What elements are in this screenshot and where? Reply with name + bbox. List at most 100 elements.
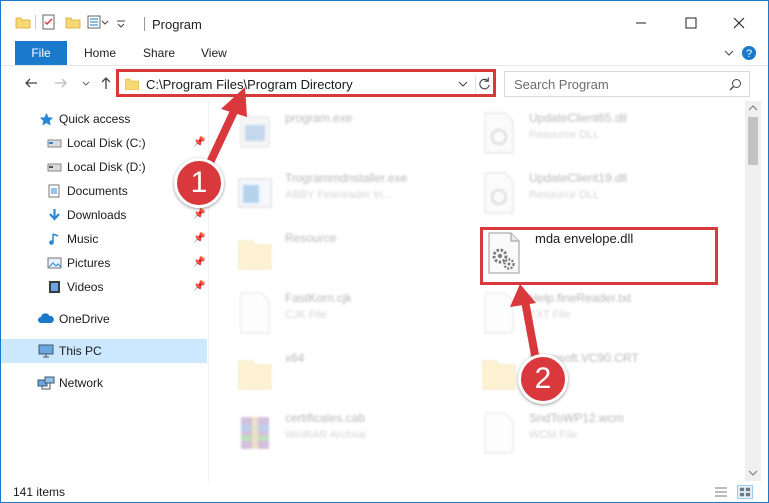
up-arrow-icon[interactable] [98, 75, 114, 91]
dll-icon [484, 112, 514, 154]
minimize-icon[interactable] [631, 13, 651, 33]
pin-icon[interactable]: 📌 [193, 209, 205, 221]
documents-icon [48, 184, 60, 198]
details-view-icon[interactable] [713, 485, 729, 499]
sidebar-item-quick-access[interactable]: Quick access [1, 107, 207, 131]
download-icon [49, 209, 60, 221]
sidebar-item-this-pc[interactable]: This PC [1, 339, 207, 363]
pin-icon[interactable]: 📌 [193, 257, 205, 269]
pin-icon[interactable]: 📌 [193, 281, 205, 293]
list-item[interactable]: Trogrammdnstaller.exe ABBY Finereader tn… [235, 167, 465, 221]
list-item-mda-envelope-dll[interactable]: mda envelope.dll [485, 227, 715, 281]
folder-icon [238, 240, 272, 270]
drive-icon [47, 163, 62, 172]
scroll-down-icon[interactable] [748, 469, 758, 477]
file-type: WinRAR Archive [285, 429, 367, 441]
vertical-scrollbar[interactable] [745, 101, 761, 481]
scroll-thumb[interactable] [748, 117, 758, 165]
back-arrow-icon[interactable] [23, 75, 39, 91]
tab-view[interactable]: View [201, 41, 227, 65]
address-path[interactable]: C:\Program Files\Program Directory [146, 77, 353, 92]
navigation-bar: C:\Program Files\Program Directory Searc… [1, 66, 768, 100]
cloud-icon [38, 313, 54, 323]
sidebar-item-local-disk-c[interactable]: Local Disk (C:) 📌 [1, 131, 207, 155]
search-input[interactable]: Search Program [504, 71, 750, 97]
svg-text:?: ? [746, 48, 752, 60]
chevron-down-icon[interactable] [81, 75, 91, 91]
pictures-icon [47, 257, 62, 269]
sidebar-item-pictures[interactable]: Pictures 📌 [1, 251, 207, 275]
file-name: program.exe [285, 111, 353, 125]
list-item[interactable]: UpdateClient65.dll Resource DLL [479, 107, 709, 161]
list-item[interactable]: UpdateClient19.dll Resource DLL [479, 167, 709, 221]
refresh-icon[interactable] [475, 75, 493, 93]
sidebar-item-music[interactable]: Music 📌 [1, 227, 207, 251]
list-item[interactable]: Microsoft.VC90.CRT [479, 347, 709, 401]
large-icons-view-icon[interactable] [737, 485, 753, 499]
list-item[interactable]: program.exe [235, 107, 465, 161]
file-name: Resource [285, 231, 337, 245]
callout-badge-2: 2 [518, 354, 568, 404]
explorer-window: Program File Home Share View ? C:\Progra… [0, 0, 769, 503]
sidebar-item-label: Downloads [67, 208, 127, 222]
sidebar-item-label: Videos [67, 280, 104, 294]
help-icon[interactable]: ? [741, 45, 757, 61]
chevron-down-icon[interactable] [723, 47, 735, 59]
file-name: UpdateClient65.dll [529, 111, 628, 125]
list-item[interactable]: certificates.cab WinRAR Archive [235, 407, 465, 461]
file-name: Help.fineReader.txt [529, 291, 632, 305]
list-item[interactable]: x64 [235, 347, 465, 401]
folder-icon [125, 78, 139, 90]
file-type: Resource DLL [529, 189, 600, 201]
item-count: 141 items [13, 485, 66, 499]
music-icon [49, 233, 59, 245]
tab-file[interactable]: File [15, 41, 67, 65]
sidebar-item-label: Quick access [59, 112, 131, 126]
sidebar-item-downloads[interactable]: Downloads 📌 [1, 203, 207, 227]
list-item[interactable]: Help.fineReader.txt TXT File [479, 287, 709, 341]
chevron-down-icon[interactable] [457, 78, 469, 90]
tab-home[interactable]: Home [84, 41, 116, 65]
drive-icon [47, 139, 62, 148]
address-bar[interactable]: C:\Program Files\Program Directory [118, 71, 494, 97]
file-icon [240, 292, 270, 334]
sidebar-item-videos[interactable]: Videos 📌 [1, 275, 207, 299]
new-folder-icon[interactable] [65, 14, 81, 30]
star-icon [39, 113, 54, 126]
sidebar-item-onedrive[interactable]: OneDrive [1, 307, 207, 331]
pin-icon[interactable]: 📌 [193, 233, 205, 245]
file-name: FastKorn.cjk [285, 291, 352, 305]
list-item[interactable]: SndToWP12.wcm WCM File [479, 407, 709, 461]
file-type: CJK File [285, 309, 327, 321]
sidebar-item-label: This PC [59, 344, 102, 358]
tab-share[interactable]: Share [143, 41, 175, 65]
sidebar-item-label: Music [67, 232, 99, 246]
customize-toolbar-icon[interactable] [87, 14, 109, 30]
scroll-up-icon[interactable] [748, 104, 758, 112]
sidebar-item-label: Local Disk (D:) [67, 160, 146, 174]
list-item[interactable]: FastKorn.cjk CJK File [235, 287, 465, 341]
window-title: Program [152, 17, 202, 32]
file-name: x64 [285, 351, 305, 365]
properties-icon[interactable] [41, 14, 57, 30]
computer-icon [38, 344, 54, 358]
search-icon[interactable] [729, 78, 742, 91]
sidebar-item-network[interactable]: Network [1, 371, 207, 395]
close-icon[interactable] [729, 13, 749, 33]
file-type: WCM File [529, 429, 578, 441]
exe-icon [240, 116, 270, 148]
file-type: ABBY Finereader tn... [285, 189, 392, 201]
file-type: TXT File [529, 309, 571, 321]
forward-arrow-icon[interactable] [53, 75, 69, 91]
archive-icon [241, 417, 269, 449]
chevron-down-icon[interactable] [115, 14, 127, 30]
callout-badge-1: 1 [174, 158, 224, 208]
file-icon [484, 412, 514, 454]
list-item[interactable]: Resource [235, 227, 465, 281]
ribbon-tabs: File Home Share View ? [1, 41, 768, 65]
pin-icon[interactable]: 📌 [193, 137, 205, 149]
dll-gear-icon [488, 232, 520, 274]
maximize-icon[interactable] [681, 13, 701, 33]
dll-icon [484, 172, 514, 214]
folder-icon [15, 17, 31, 29]
